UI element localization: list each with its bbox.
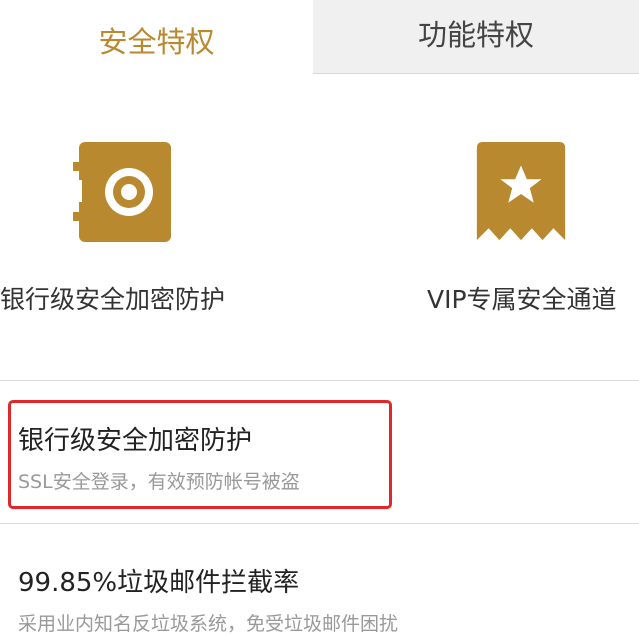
list-item: 银行级安全加密防护 SSL安全登录，有效预防帐号被盗 [18,420,300,494]
tab-feature-privileges[interactable]: 功能特权 [313,0,639,74]
safe-vault-icon [73,142,171,242]
privilege-tabs: 安全特权 功能特权 [0,0,639,74]
item-description: SSL安全登录，有效预防帐号被盗 [18,471,300,493]
item-title: 银行级安全加密防护 [18,426,253,456]
feature-label: 银行级安全加密防护 [0,285,226,314]
item-title: 99.85%垃圾邮件拦截率 [18,568,300,598]
tab-security-privileges[interactable]: 安全特权 [0,0,313,74]
item-description: 采用业内知名反垃圾系统，免受垃圾邮件困扰 [18,613,399,635]
list-item: 99.85%垃圾邮件拦截率 采用业内知名反垃圾系统，免受垃圾邮件困扰 [18,562,398,636]
star-ribbon-badge-icon [476,142,566,241]
tab-label: 安全特权 [98,25,215,59]
section-divider [0,523,639,524]
feature-label: VIP专属安全通道 [427,285,617,314]
tab-label: 功能特权 [417,18,534,52]
section-divider [0,380,639,381]
